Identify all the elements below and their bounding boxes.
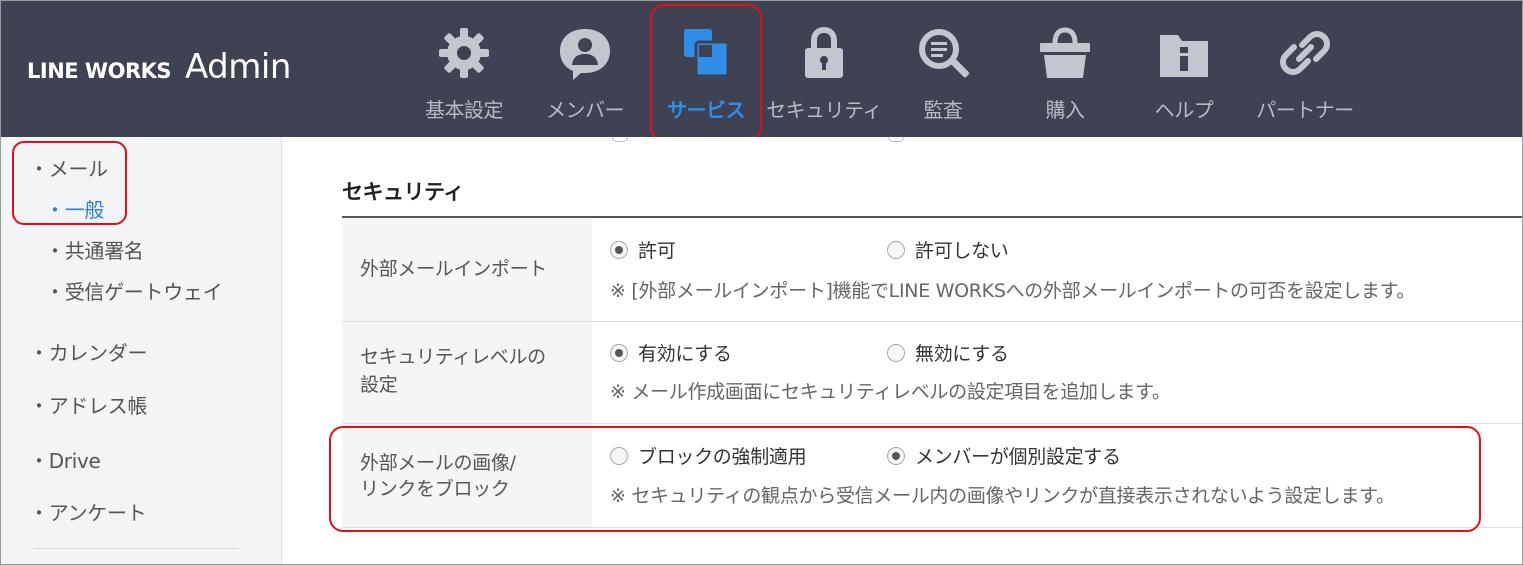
radio-checked-icon [887, 446, 905, 465]
setting-row-security-level: セキュリティレベルの 設定 有効にする 無効にする ※ メール作成画面にセキュリ… [342, 322, 1522, 424]
radio-checked-icon [610, 240, 628, 259]
lock-icon [805, 26, 843, 78]
row-label-line1: セキュリティレベルの [360, 346, 546, 368]
nav-label: 購入 [1045, 98, 1086, 122]
radio-unchecked-icon [887, 343, 905, 362]
sidebar-item-calendar[interactable]: ・カレンダー [29, 337, 148, 366]
nav-label: 監査 [923, 98, 964, 122]
radio-label: メンバーが個別設定する [915, 446, 1121, 468]
radio-unchecked-icon [887, 240, 905, 259]
sidebar-item-address-book[interactable]: ・アドレス帳 [29, 390, 148, 419]
scrolled-radio-stub [888, 137, 904, 142]
row-header-cell: 外部メールの画像/ リンクをブロック [342, 424, 592, 527]
nav-label: サービス [667, 98, 746, 122]
service-icon [684, 29, 730, 78]
nav-label: メンバー [546, 98, 625, 122]
radio-member-individual[interactable]: メンバーが個別設定する [887, 442, 1121, 469]
radio-label: 許可しない [915, 240, 1009, 262]
member-icon [560, 29, 610, 80]
nav-members[interactable]: メンバー [525, 1, 645, 137]
admin-header: LINE WORKS Admin 基本設定 メンバー サービス セキュリティ 監… [1, 1, 1522, 137]
row-label-line2: リンクをブロック [360, 478, 510, 500]
row-header-cell: 外部メールインポート [342, 218, 592, 321]
row-label-line2: 設定 [360, 374, 398, 396]
gear-icon [439, 28, 489, 78]
nav-label: 基本設定 [425, 98, 504, 122]
radio-checked-icon [610, 343, 628, 362]
nav-partner[interactable]: パートナー [1245, 1, 1365, 137]
nav-help[interactable]: ヘルプ [1124, 1, 1244, 137]
nav-basic-settings[interactable]: 基本設定 [404, 1, 524, 137]
radio-allow[interactable]: 許可 [610, 236, 676, 263]
sidebar-item-drive[interactable]: ・Drive [29, 445, 101, 474]
link-icon [1280, 31, 1330, 75]
radio-label: 有効にする [638, 343, 732, 365]
section-title: セキュリティ [342, 180, 464, 204]
nav-label: パートナー [1256, 98, 1354, 122]
sidebar: ・メール ・一般 ・共通署名 ・受信ゲートウェイ ・カレンダー ・アドレス帳 ・… [1, 137, 282, 564]
row-header-cell: セキュリティレベルの 設定 [342, 322, 592, 423]
row-note: ※ メール作成画面にセキュリティレベルの設定項目を追加します。 [610, 381, 1171, 403]
nav-label: ヘルプ [1154, 98, 1214, 122]
nav-label: セキュリティ [766, 98, 882, 122]
radio-label: ブロックの強制適用 [638, 446, 807, 468]
basket-icon [1040, 27, 1090, 78]
radio-label: 無効にする [915, 343, 1009, 365]
radio-disable[interactable]: 無効にする [887, 339, 1009, 366]
brand-name: LINE WORKS [27, 59, 172, 83]
radio-disallow[interactable]: 許可しない [887, 236, 1009, 263]
sidebar-item-receive-gateway[interactable]: ・受信ゲートウェイ [45, 276, 223, 305]
nav-purchase[interactable]: 購入 [1005, 1, 1125, 137]
row-note: ※ [外部メールインポート]機能でLINE WORKSへの外部メールインポートの… [610, 280, 1416, 302]
setting-row-image-link-block: 外部メールの画像/ リンクをブロック ブロックの強制適用 メンバーが個別設定する… [342, 424, 1522, 528]
sidebar-item-general[interactable]: ・一般 [45, 194, 104, 223]
app-logo[interactable]: LINE WORKS Admin [27, 47, 291, 87]
radio-unchecked-icon [610, 446, 628, 465]
sidebar-item-mail[interactable]: ・メール [29, 153, 108, 182]
row-label: 外部メールインポート [360, 258, 548, 280]
radio-force-block[interactable]: ブロックの強制適用 [610, 442, 807, 469]
nav-services[interactable]: サービス [646, 1, 766, 137]
sidebar-item-common-signature[interactable]: ・共通署名 [45, 235, 144, 264]
scrolled-radio-stub [612, 137, 628, 142]
radio-enable[interactable]: 有効にする [610, 339, 732, 366]
sidebar-item-survey[interactable]: ・アンケート [29, 497, 147, 526]
admin-label: Admin [185, 47, 291, 87]
help-folder-icon [1160, 35, 1208, 77]
radio-label: 許可 [638, 240, 676, 262]
nav-security[interactable]: セキュリティ [764, 1, 884, 137]
sidebar-divider [33, 548, 239, 549]
nav-audit[interactable]: 監査 [883, 1, 1003, 137]
setting-row-external-import: 外部メールインポート 許可 許可しない ※ [外部メールインポート]機能でLIN… [342, 218, 1522, 322]
row-note: ※ セキュリティの観点から受信メール内の画像やリンクが直接表示されないよう設定し… [610, 485, 1395, 507]
audit-search-icon [919, 29, 970, 78]
